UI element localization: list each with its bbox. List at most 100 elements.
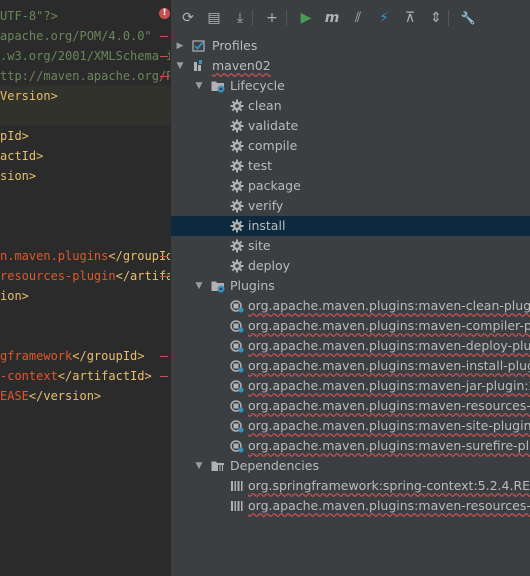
chevron-right-icon[interactable]: ▶ <box>174 36 186 56</box>
generate-sources-icon[interactable]: ▤ <box>204 8 224 28</box>
download-icon[interactable]: ⤓ <box>230 8 250 28</box>
tree-node-clean[interactable]: clean <box>171 96 530 116</box>
gear-icon <box>230 119 244 133</box>
code-line[interactable] <box>0 106 170 126</box>
code-line[interactable]: ttp://maven.apache.org/PO <box>0 66 170 86</box>
tree-node-org-springframework-spring-context-5-2-4[interactable]: org.springframework:spring-context:5.2.4… <box>171 476 530 496</box>
code-token: EASE <box>0 389 29 403</box>
plugin-icon <box>230 439 244 453</box>
code-line[interactable]: UTF-8"?> <box>0 6 170 26</box>
code-line[interactable]: EASE</version> <box>0 386 170 406</box>
tree-node-org-apache-maven-plugins-maven-deploy-pl[interactable]: org.apache.maven.plugins:maven-deploy-pl… <box>171 336 530 356</box>
show-dependencies-icon[interactable]: ⊼ <box>400 8 420 28</box>
code-line[interactable]: .w3.org/2001/XMLSchema-in <box>0 46 170 66</box>
tree-node-label: verify <box>248 198 284 213</box>
gear-icon <box>230 199 244 213</box>
tree-node-org-apache-maven-plugins-maven-install-p[interactable]: org.apache.maven.plugins:maven-install-p… <box>171 356 530 376</box>
code-line[interactable]: apache.org/POM/4.0.0" <box>0 26 170 46</box>
tree-node-label: maven02 <box>212 58 271 73</box>
tree-node-package[interactable]: package <box>171 176 530 196</box>
tree-node-deploy[interactable]: deploy <box>171 256 530 276</box>
code-token: .w3.org/2001/XMLSchema-in <box>0 49 170 63</box>
tree-node-label: org.apache.maven.plugins:maven-clean-plu… <box>248 298 530 313</box>
collapse-all-icon[interactable]: ⇕ <box>426 8 446 28</box>
tree-node-org-apache-maven-plugins-maven-surefire-[interactable]: org.apache.maven.plugins:maven-surefire-… <box>171 436 530 456</box>
code-line[interactable]: actId> <box>0 146 170 166</box>
error-stripe-mark[interactable] <box>160 76 168 77</box>
code-line[interactable] <box>0 206 170 226</box>
tree-node-plugins[interactable]: ▼ Plugins <box>171 276 530 296</box>
error-stripe-mark[interactable] <box>160 376 168 377</box>
code-token: apache.org/POM/4.0.0" <box>0 29 152 43</box>
code-line[interactable]: gframework</groupId> <box>0 346 170 366</box>
tree-node-org-apache-maven-plugins-maven-jar-plugi[interactable]: org.apache.maven.plugins:maven-jar-plugi… <box>171 376 530 396</box>
code-line[interactable]: -context</artifactId> <box>0 366 170 386</box>
chevron-down-icon[interactable]: ▼ <box>193 456 205 476</box>
plugin-icon <box>230 339 244 353</box>
tree-node-label: org.apache.maven.plugins:maven-site-plug… <box>248 418 530 433</box>
gear-icon <box>230 219 244 233</box>
error-stripe-mark[interactable] <box>160 276 168 277</box>
tree-node-validate[interactable]: validate <box>171 116 530 136</box>
tree-node-label: clean <box>248 98 282 113</box>
plugin-icon <box>230 379 244 393</box>
tree-node-maven02[interactable]: ▼ maven02 <box>171 56 530 76</box>
tree-node-install[interactable]: install <box>171 216 530 236</box>
tree-node-org-apache-maven-plugins-maven-resources[interactable]: org.apache.maven.plugins:maven-resources… <box>171 496 530 516</box>
plugin-icon <box>230 399 244 413</box>
run-icon[interactable]: ▶ <box>296 8 316 28</box>
tree-node-dependencies[interactable]: ▼ Dependencies <box>171 456 530 476</box>
reload-icon[interactable]: ⟳ <box>178 8 198 28</box>
dependencies-folder-icon <box>211 459 225 473</box>
tree-node-label: org.apache.maven.plugins:maven-deploy-pl… <box>248 338 530 353</box>
add-icon[interactable]: + <box>262 8 282 28</box>
error-indicator-icon[interactable]: ! <box>159 8 170 19</box>
tree-node-verify[interactable]: verify <box>171 196 530 216</box>
tree-node-profiles[interactable]: ▶ Profiles <box>171 36 530 56</box>
execute-goal-icon[interactable]: m <box>322 8 342 28</box>
tree-node-org-apache-maven-plugins-maven-site-plug[interactable]: org.apache.maven.plugins:maven-site-plug… <box>171 416 530 436</box>
error-stripe-mark[interactable] <box>160 36 168 37</box>
code-token: actId> <box>0 149 44 163</box>
code-line[interactable]: n.maven.plugins</groupId> <box>0 246 170 266</box>
code-line[interactable] <box>0 306 170 326</box>
error-stripe-mark[interactable] <box>160 256 168 257</box>
maven-toolbar: ⟳ ▤ ⤓ + ▶ m ⫽ ⚡ ⊼ ⇕ 🔧 <box>171 0 530 34</box>
maven-module-icon <box>192 59 206 73</box>
tree-node-label: org.apache.maven.plugins:maven-install-p… <box>248 358 530 373</box>
tree-node-label: install <box>248 218 286 233</box>
tree-node-label: org.springframework:spring-context:5.2.4… <box>248 478 530 493</box>
skip-tests-icon[interactable]: ⚡ <box>374 8 394 28</box>
code-line[interactable]: sion> <box>0 166 170 186</box>
tree-node-compile[interactable]: compile <box>171 136 530 156</box>
code-line[interactable] <box>0 186 170 206</box>
xml-editor[interactable]: UTF-8"?> apache.org/POM/4.0.0" .w3.org/200… <box>0 0 170 576</box>
error-stripe-mark[interactable] <box>160 356 168 357</box>
tree-node-site[interactable]: site <box>171 236 530 256</box>
code-token: pId> <box>0 129 29 143</box>
tree-node-org-apache-maven-plugins-maven-clean-plu[interactable]: org.apache.maven.plugins:maven-clean-plu… <box>171 296 530 316</box>
code-line[interactable] <box>0 226 170 246</box>
chevron-down-icon[interactable]: ▼ <box>174 56 186 76</box>
chevron-down-icon[interactable]: ▼ <box>193 76 205 96</box>
code-line[interactable]: ion> <box>0 286 170 306</box>
tree-node-label: Lifecycle <box>230 78 285 93</box>
tree-node-label: Plugins <box>230 278 275 293</box>
code-token: n.maven.plugins <box>0 249 109 263</box>
tree-node-test[interactable]: test <box>171 156 530 176</box>
tree-node-org-apache-maven-plugins-maven-resources[interactable]: org.apache.maven.plugins:maven-resources… <box>171 396 530 416</box>
tree-node-org-apache-maven-plugins-maven-compiler-[interactable]: org.apache.maven.plugins:maven-compiler-… <box>171 316 530 336</box>
code-token: ttp://maven.apache.org/PO <box>0 69 170 83</box>
toolbar-separator <box>252 10 253 26</box>
settings-icon[interactable]: 🔧 <box>458 8 478 28</box>
code-line[interactable]: resources-plugin</artifact <box>0 266 170 286</box>
code-line[interactable] <box>0 326 170 346</box>
code-line[interactable]: Version> <box>0 86 170 106</box>
chevron-down-icon[interactable]: ▼ <box>193 276 205 296</box>
code-token: Version> <box>0 89 58 103</box>
error-stripe-mark[interactable] <box>160 56 168 57</box>
plugin-icon <box>230 319 244 333</box>
code-line[interactable]: pId> <box>0 126 170 146</box>
tree-node-lifecycle[interactable]: ▼ Lifecycle <box>171 76 530 96</box>
toggle-offline-icon[interactable]: ⫽ <box>348 8 368 28</box>
